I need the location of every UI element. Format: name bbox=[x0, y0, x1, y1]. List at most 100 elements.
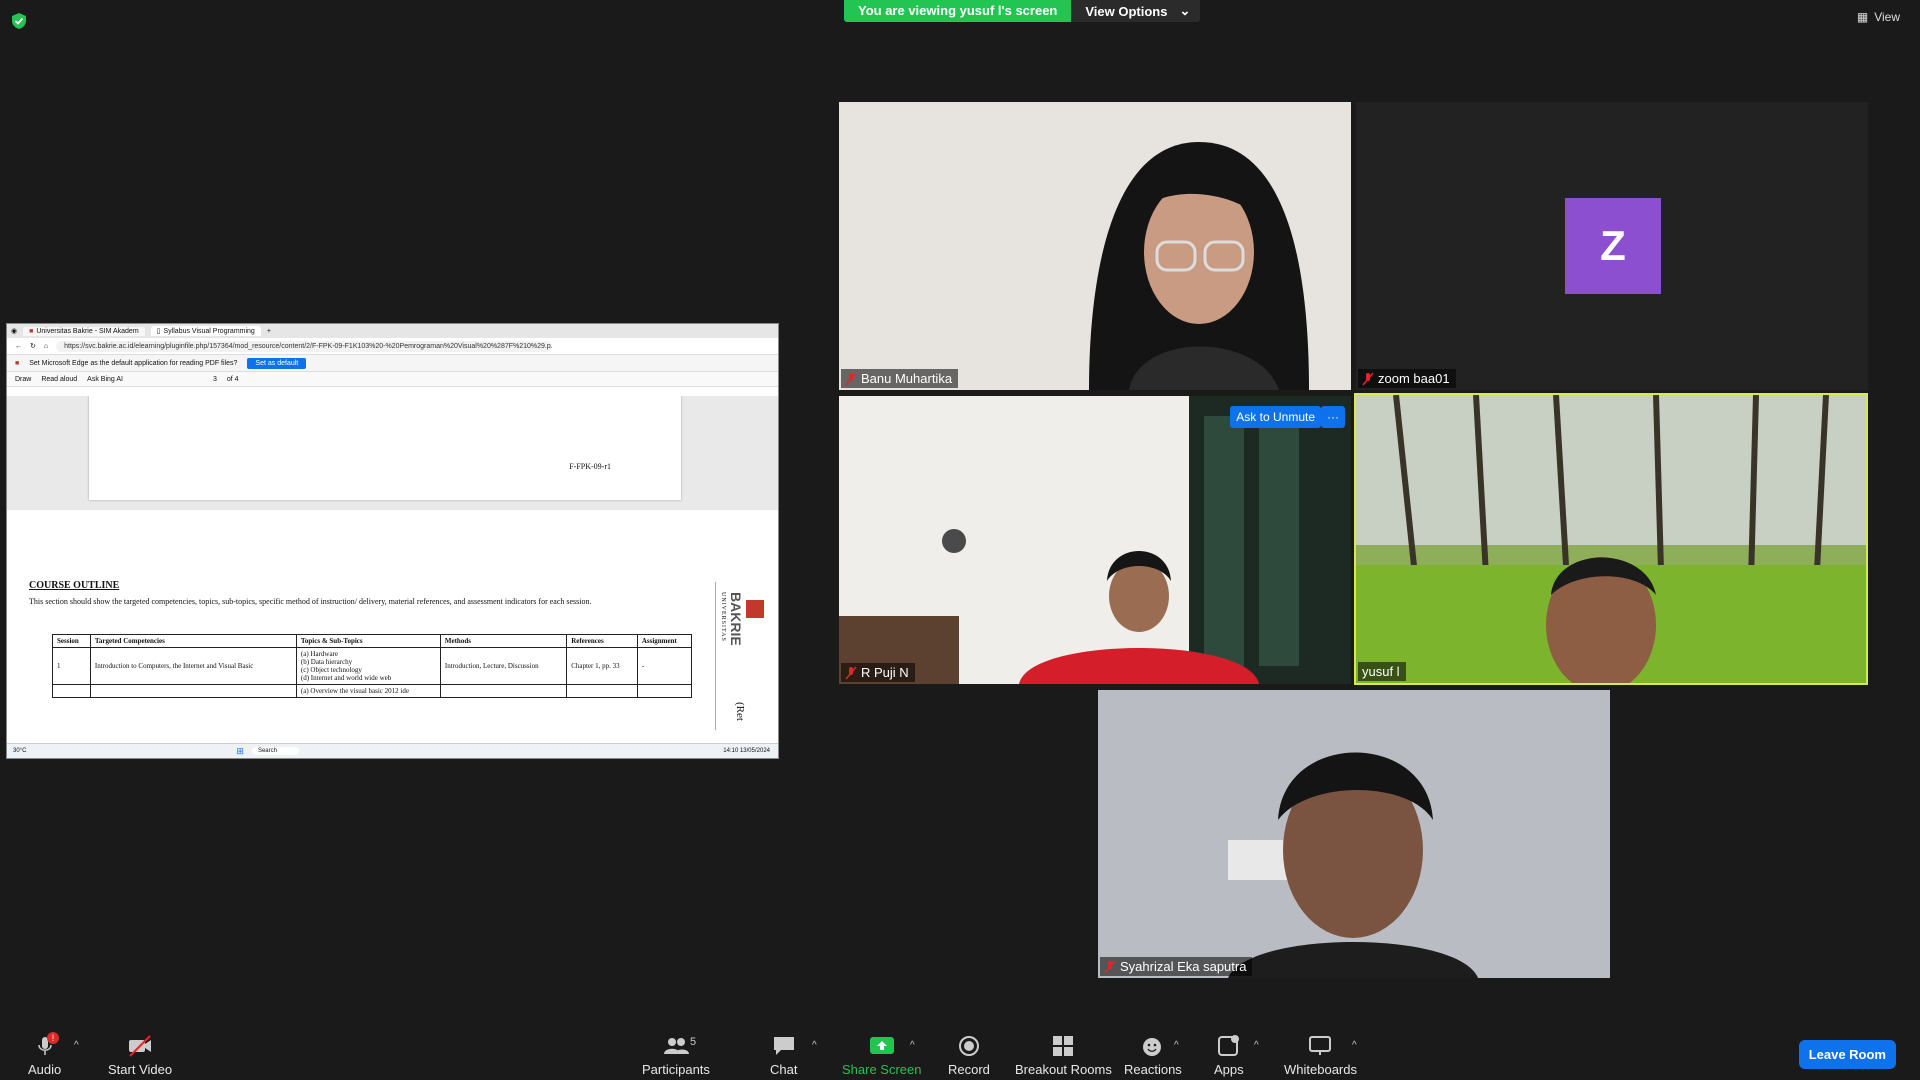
video-tile-banu[interactable]: Banu Muhartika bbox=[839, 102, 1351, 390]
view-button[interactable]: ▦ View bbox=[1857, 10, 1900, 24]
video-off-icon bbox=[129, 1035, 152, 1057]
video-tile-yusuf-l[interactable]: yusuf l bbox=[1354, 393, 1868, 685]
chat-options-caret-icon[interactable]: ^ bbox=[812, 1040, 817, 1051]
weather-widget[interactable]: 30°C bbox=[13, 748, 26, 754]
view-options-label: View Options bbox=[1085, 3, 1168, 19]
section-intro: This section should show the targeted co… bbox=[29, 597, 592, 606]
windows-taskbar: 30°C ⊞ Search 14:10 13/05/2024 bbox=[7, 743, 778, 758]
table-cell: - bbox=[636, 647, 693, 685]
table-cell: Introduction, Lecture, Discussion bbox=[439, 647, 568, 685]
video-tile-syahrizal[interactable]: Syahrizal Eka saputra bbox=[1098, 690, 1610, 978]
participant-name: Banu Muhartika bbox=[861, 371, 953, 386]
participant-name-tag: zoom baa01 bbox=[1358, 369, 1456, 388]
share-options-caret-icon[interactable]: ^ bbox=[910, 1040, 915, 1051]
pdf-icon: ■ bbox=[15, 359, 20, 367]
participant-name-tag: R Puji N bbox=[841, 663, 915, 682]
pdf-toolbar: Draw Read aloud Ask Bing AI 3 of 4 bbox=[7, 372, 778, 387]
browser-tab-active[interactable]: ▯ Syllabus Visual Programming bbox=[150, 326, 261, 336]
table-cell: Introduction to Computers, the Internet … bbox=[89, 647, 297, 685]
whiteboards-label: Whiteboards bbox=[1284, 1062, 1357, 1077]
topic-item: (b) Data hierarchy bbox=[300, 658, 353, 666]
pdf-favicon-icon: ▯ bbox=[156, 328, 161, 335]
video-tile-r-puji-n[interactable]: Ask to Unmute ··· R Puji N bbox=[839, 396, 1351, 684]
taskbar-search[interactable]: Search bbox=[251, 747, 299, 755]
apps-options-caret-icon[interactable]: ^ bbox=[1254, 1040, 1259, 1051]
ask-bing-button[interactable]: Ask Bing AI bbox=[87, 376, 123, 383]
participants-label: Participants bbox=[642, 1062, 710, 1077]
browser-tab-bar: ◉ ■ Universitas Bakrie - SIM Akadem ▯ Sy… bbox=[7, 324, 778, 338]
participants-icon bbox=[663, 1038, 689, 1054]
table-header: Assignment bbox=[636, 634, 693, 648]
participant-name: yusuf l bbox=[1362, 664, 1400, 679]
viewing-screen-label: You are viewing yusuf l's screen bbox=[844, 0, 1072, 22]
chat-label: Chat bbox=[770, 1062, 798, 1077]
encryption-shield-icon[interactable] bbox=[10, 12, 28, 30]
chat-button[interactable]: Chat bbox=[770, 1034, 797, 1077]
participants-count: 5 bbox=[690, 1036, 697, 1048]
record-icon bbox=[958, 1036, 979, 1056]
reactions-smiley-icon bbox=[1142, 1038, 1161, 1056]
participant-video bbox=[1356, 395, 1866, 683]
browser-profile-icon[interactable]: ◉ bbox=[11, 327, 17, 335]
start-icon[interactable]: ⊞ bbox=[236, 746, 244, 757]
table-cell bbox=[636, 684, 693, 698]
draw-tool[interactable]: Draw bbox=[15, 376, 31, 383]
grid-view-icon: ▦ bbox=[1856, 10, 1869, 24]
apps-button[interactable]: Apps bbox=[1214, 1034, 1244, 1077]
ask-to-unmute-button[interactable]: Ask to Unmute bbox=[1230, 406, 1321, 428]
breakout-rooms-button[interactable]: Breakout Rooms bbox=[1015, 1034, 1112, 1077]
whiteboard-icon bbox=[1309, 1036, 1332, 1055]
read-aloud-button[interactable]: Read aloud bbox=[41, 376, 77, 383]
back-icon[interactable]: ← bbox=[15, 343, 22, 350]
logo-subtitle: UNIVERSITAS bbox=[720, 592, 726, 642]
leave-room-button[interactable]: Leave Room bbox=[1798, 1040, 1896, 1069]
default-app-infobar: ■ Set Microsoft Edge as the default appl… bbox=[7, 355, 778, 372]
pdf-viewer[interactable]: F-FPK-09-r1 COURSE OUTLINE This section … bbox=[7, 396, 778, 730]
reactions-options-caret-icon[interactable]: ^ bbox=[1174, 1040, 1179, 1051]
table-header: Session bbox=[52, 634, 91, 648]
address-bar-row: ← ↻ ⌂ https://svc.bakrie.ac.id/elearning… bbox=[7, 338, 778, 355]
breakout-rooms-label: Breakout Rooms bbox=[1015, 1062, 1112, 1077]
page-number-input[interactable]: 3 bbox=[213, 376, 217, 383]
participants-button[interactable]: Participants bbox=[642, 1034, 710, 1077]
table-row: 1 Introduction to Computers, the Interne… bbox=[52, 647, 693, 685]
university-logo: UNIVERSITAS BAKRIE (Ret bbox=[715, 582, 770, 730]
participant-name-tag: Banu Muhartika bbox=[841, 369, 959, 388]
section-heading: COURSE OUTLINE bbox=[29, 580, 120, 591]
view-options-button[interactable]: View Options ⌄ bbox=[1071, 0, 1201, 22]
table-row: (a) Overview the visual basic 2012 ide bbox=[52, 684, 693, 698]
share-screen-icon bbox=[869, 1037, 894, 1054]
audio-options-caret-icon[interactable]: ^ bbox=[74, 1040, 79, 1051]
whiteboards-options-caret-icon[interactable]: ^ bbox=[1352, 1040, 1357, 1051]
table-cell: Chapter 1, pp. 33 bbox=[566, 647, 638, 685]
pdf-page: F-FPK-09-r1 bbox=[89, 396, 681, 500]
table-header-row: Session Targeted Competencies Topics & S… bbox=[52, 634, 693, 648]
participant-video bbox=[839, 396, 1351, 684]
more-options-button[interactable]: ··· bbox=[1321, 406, 1345, 428]
shared-screen[interactable]: ◉ ■ Universitas Bakrie - SIM Akadem ▯ Sy… bbox=[6, 323, 779, 759]
topic-item: (d) Internet and world wide web bbox=[300, 674, 392, 682]
table-header: Methods bbox=[439, 634, 568, 648]
start-video-button[interactable]: Start Video bbox=[108, 1034, 172, 1077]
default-app-message: Set Microsoft Edge as the default applic… bbox=[29, 359, 238, 367]
start-video-label: Start Video bbox=[108, 1062, 173, 1077]
home-icon[interactable]: ⌂ bbox=[44, 343, 48, 350]
record-button[interactable]: Record bbox=[948, 1034, 990, 1077]
record-label: Record bbox=[948, 1062, 990, 1077]
site-favicon-icon: ■ bbox=[29, 327, 34, 335]
logo-name: BAKRIE bbox=[728, 592, 744, 646]
refresh-icon[interactable]: ↻ bbox=[30, 342, 36, 350]
set-default-button[interactable]: Set as default bbox=[247, 357, 307, 369]
browser-tab[interactable]: ■ Universitas Bakrie - SIM Akadem bbox=[23, 326, 145, 336]
chevron-down-icon: ⌄ bbox=[1179, 3, 1191, 18]
topic-item: (c) Object technology bbox=[300, 666, 362, 674]
address-bar[interactable]: https://svc.bakrie.ac.id/elearning/plugi… bbox=[56, 340, 553, 352]
table-cell bbox=[439, 684, 568, 698]
new-tab-icon[interactable]: + bbox=[267, 328, 271, 335]
whiteboards-button[interactable]: Whiteboards bbox=[1284, 1034, 1357, 1077]
pdf-page: COURSE OUTLINE This section should show … bbox=[7, 510, 778, 730]
participant-video bbox=[839, 102, 1351, 390]
participant-name: R Puji N bbox=[861, 665, 909, 680]
table-cell: 1 bbox=[52, 647, 91, 685]
muted-mic-icon bbox=[1362, 372, 1374, 385]
